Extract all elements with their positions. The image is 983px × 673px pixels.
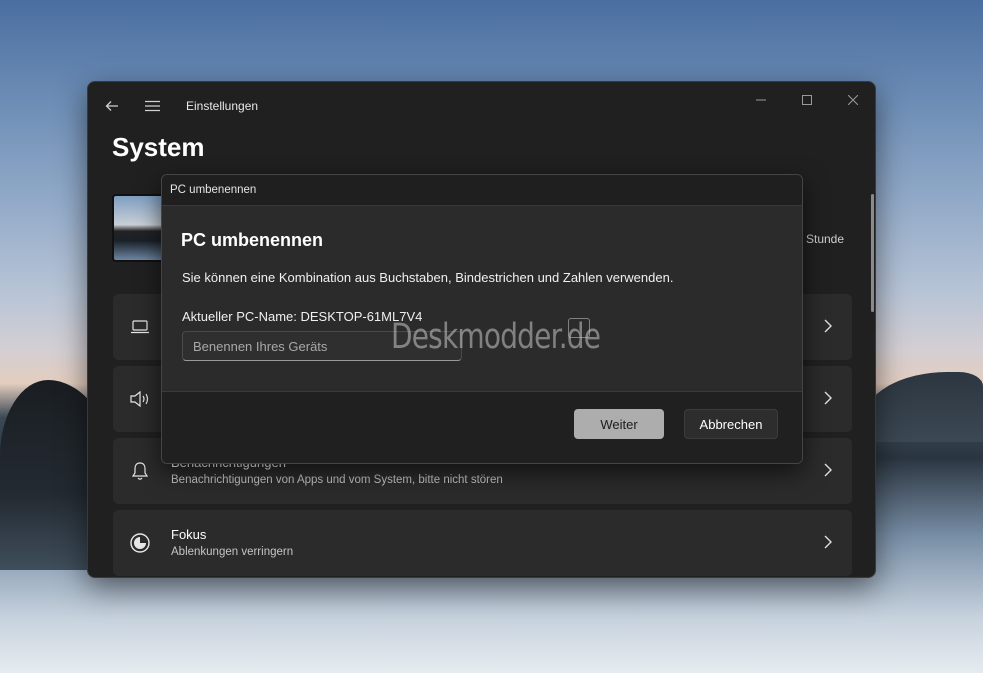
- bell-icon: [127, 458, 153, 484]
- minimize-button[interactable]: [746, 90, 776, 110]
- back-arrow-icon: [105, 101, 118, 111]
- dialog-footer: Weiter Abbrechen: [162, 391, 802, 463]
- close-icon: [848, 95, 858, 105]
- maximize-icon: [802, 95, 812, 105]
- watermark-logo-icon: [568, 318, 590, 338]
- dialog-description: Sie können eine Kombination aus Buchstab…: [182, 270, 674, 285]
- rename-pc-dialog: PC umbenennen PC umbenennen Sie können e…: [161, 174, 803, 464]
- rename-info-text: Stunde: [806, 232, 845, 246]
- speaker-icon: [127, 386, 153, 412]
- app-title: Einstellungen: [186, 99, 259, 113]
- maximize-button[interactable]: [792, 90, 822, 110]
- card-subtitle: Ablenkungen verringern: [171, 546, 294, 558]
- pc-name-input[interactable]: [182, 331, 462, 361]
- laptop-icon: [127, 314, 153, 340]
- chevron-right-icon: [822, 388, 834, 408]
- cancel-button[interactable]: Abbrechen: [684, 409, 778, 439]
- title-bar: Einstellungen: [88, 82, 875, 128]
- scrollbar[interactable]: [871, 194, 874, 312]
- chevron-right-icon: [822, 460, 834, 480]
- hamburger-icon: [144, 100, 160, 112]
- chevron-right-icon: [822, 316, 834, 336]
- focus-icon: [127, 530, 153, 556]
- desktop-thumbnail: [112, 194, 168, 262]
- next-button[interactable]: Weiter: [574, 409, 664, 439]
- page-title: System: [112, 132, 205, 162]
- close-button[interactable]: [838, 90, 868, 110]
- menu-button[interactable]: [138, 92, 166, 120]
- chevron-right-icon: [822, 532, 834, 552]
- card-title: Fokus: [171, 527, 207, 542]
- dialog-window-title: PC umbenennen: [170, 184, 257, 196]
- current-pc-name: Aktueller PC-Name: DESKTOP-61ML7V4: [182, 309, 423, 324]
- back-button[interactable]: [98, 92, 126, 120]
- settings-card-focus[interactable]: Fokus Ablenkungen verringern: [113, 510, 852, 576]
- card-subtitle: Benachrichtigungen von Apps und vom Syst…: [171, 474, 503, 486]
- dialog-heading: PC umbenennen: [181, 230, 324, 250]
- minimize-icon: [756, 99, 766, 101]
- dialog-body: PC umbenennen Sie können eine Kombinatio…: [162, 206, 802, 391]
- wallpaper-hill-right: [863, 372, 983, 442]
- dialog-title-bar: PC umbenennen: [162, 175, 802, 206]
